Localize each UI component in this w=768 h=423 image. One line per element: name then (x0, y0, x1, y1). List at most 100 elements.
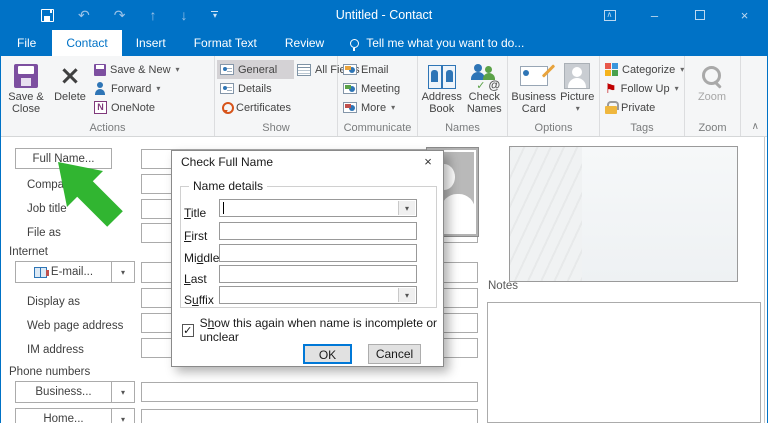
group-label-communicate: Communicate (343, 122, 412, 134)
show-again-label: Show this again when name is incomplete … (199, 316, 438, 344)
title-combobox[interactable]: ▾ (219, 199, 417, 217)
private-label: Private (621, 101, 656, 114)
suffix-dropdown-button[interactable]: ▾ (398, 288, 415, 302)
next-item-icon[interactable]: ↓ (180, 8, 187, 22)
group-options: Business Card Picture ▾ Options (508, 56, 600, 136)
delete-icon: × (59, 61, 81, 91)
last-label: Last (184, 272, 207, 286)
zoom-button: Zoom (687, 58, 737, 118)
general-label: General (238, 63, 278, 76)
business-phone-dropdown-button[interactable]: ▾ (112, 381, 135, 403)
group-actions: Save & Close × Delete Save & New ▾ Forwa… (1, 56, 215, 136)
ok-button[interactable]: OK (303, 344, 352, 364)
save-icon[interactable] (41, 8, 54, 22)
ribbon-tab-row: File Contact Insert Format Text Review T… (1, 30, 767, 56)
save-and-close-button[interactable]: Save & Close (3, 58, 49, 118)
quick-access-toolbar: ↶ ↷ ↑ ↓ ▾ (41, 8, 219, 22)
check-full-name-dialog: Check Full Name × Name details Title ▾ F… (171, 150, 444, 367)
form-right-border (764, 137, 765, 423)
home-phone-button-group: Home... ▾ (15, 408, 135, 423)
window-controls: – × (587, 0, 767, 30)
certificates-icon (220, 101, 234, 114)
group-label-names: Names (445, 122, 480, 134)
business-phone-button[interactable]: Business... (15, 381, 112, 403)
chevron-down-icon: ▾ (391, 103, 396, 112)
cancel-button[interactable]: Cancel (368, 344, 421, 364)
tab-insert[interactable]: Insert (122, 30, 180, 56)
home-phone-button[interactable]: Home... (15, 408, 112, 423)
business-phone-input[interactable] (141, 382, 478, 402)
last-input[interactable] (219, 265, 417, 283)
meeting-label: Meeting (361, 82, 401, 95)
ribbon: Save & Close × Delete Save & New ▾ Forwa… (1, 56, 767, 137)
notes-textarea[interactable] (487, 302, 761, 423)
redo-icon[interactable]: ↷ (114, 8, 126, 22)
home-phone-input[interactable] (141, 409, 478, 423)
check-names-button[interactable]: ✓ @ Check Names (463, 58, 505, 118)
certificates-button[interactable]: Certificates (217, 98, 294, 117)
email-button[interactable]: Email (340, 60, 403, 79)
minimize-button[interactable]: – (632, 0, 677, 30)
tab-format-text[interactable]: Format Text (180, 30, 271, 56)
ribbon-display-options-button[interactable] (587, 0, 632, 30)
title-bar: ↶ ↷ ↑ ↓ ▾ Untitled - Contact – × (1, 0, 767, 30)
customize-qat-icon[interactable]: ▾ (211, 11, 219, 20)
more-icon (343, 102, 357, 113)
tab-file[interactable]: File (1, 30, 52, 56)
title-dropdown-button[interactable]: ▾ (398, 201, 415, 215)
tell-me-box[interactable]: Tell me what you want to do... (338, 30, 524, 56)
picture-button[interactable]: Picture ▾ (557, 58, 597, 118)
group-tags: Categorize ▾ ⚑ Follow Up ▾ Private Tags (600, 56, 685, 136)
picture-label: Picture (560, 91, 595, 103)
delete-button[interactable]: × Delete (49, 58, 91, 118)
web-page-address-label: Web page address (27, 320, 124, 332)
tab-review[interactable]: Review (271, 30, 338, 56)
address-book-button[interactable]: Address Book (420, 58, 463, 118)
check-names-icon: ✓ @ (470, 64, 500, 92)
dialog-title: Check Full Name (181, 155, 274, 169)
business-card-button[interactable]: Business Card (510, 58, 557, 118)
tab-contact[interactable]: Contact (52, 30, 122, 56)
forward-label: Forward (111, 82, 152, 95)
suffix-label: Suffix (184, 293, 214, 307)
categorize-icon (605, 63, 618, 76)
display-as-label: Display as (27, 296, 81, 308)
maximize-button[interactable] (677, 0, 722, 30)
details-label: Details (238, 82, 272, 95)
middle-label: Middle (184, 251, 220, 265)
undo-icon[interactable]: ↶ (78, 8, 90, 22)
business-card-icon (519, 66, 548, 86)
group-label-show: Show (262, 122, 290, 134)
previous-item-icon[interactable]: ↑ (149, 8, 156, 22)
delete-label: Delete (54, 91, 86, 103)
collapse-ribbon-icon[interactable]: ∧ (752, 121, 759, 132)
categorize-button[interactable]: Categorize ▾ (602, 60, 687, 79)
email-field-button[interactable]: E-mail... (15, 261, 112, 283)
close-button[interactable]: × (722, 0, 767, 30)
dialog-title-bar[interactable]: Check Full Name (172, 151, 443, 173)
first-input[interactable] (219, 222, 417, 240)
dialog-close-button[interactable]: × (419, 153, 437, 171)
suffix-combobox[interactable]: ▾ (219, 286, 417, 304)
internet-section-header: Internet (9, 246, 48, 258)
group-label-actions: Actions (89, 122, 126, 134)
save-and-new-button[interactable]: Save & New ▾ (91, 60, 183, 79)
meeting-button[interactable]: Meeting (340, 79, 403, 98)
private-button[interactable]: Private (602, 98, 687, 117)
silhouette-body (441, 194, 474, 232)
business-card-preview (509, 146, 738, 282)
details-button[interactable]: Details (217, 79, 294, 98)
home-phone-dropdown-button[interactable]: ▾ (112, 408, 135, 423)
details-icon (220, 83, 234, 94)
onenote-button[interactable]: N OneNote (91, 98, 183, 117)
forward-button[interactable]: Forward ▾ (91, 79, 183, 98)
follow-up-button[interactable]: ⚑ Follow Up ▾ (602, 79, 687, 98)
middle-input[interactable] (219, 244, 417, 262)
show-again-checkbox[interactable]: ✓ (182, 323, 194, 337)
email-dropdown-button[interactable]: ▾ (112, 261, 135, 283)
more-button[interactable]: More ▾ (340, 98, 403, 117)
email-label: Email (361, 63, 389, 76)
show-again-option[interactable]: ✓ Show this again when name is incomplet… (182, 316, 443, 344)
certificates-label: Certificates (236, 101, 292, 114)
general-button[interactable]: General (217, 60, 295, 79)
